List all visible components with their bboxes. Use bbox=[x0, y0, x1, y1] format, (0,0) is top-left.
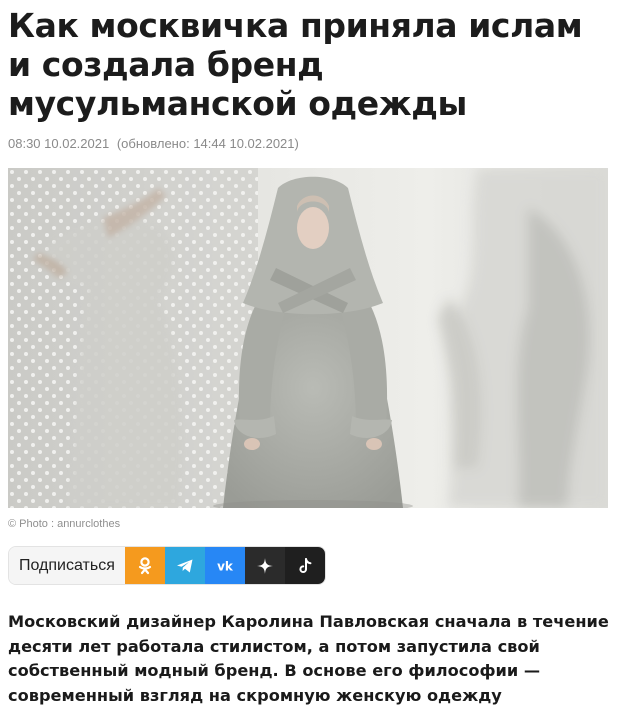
article-meta: 08:30 10.02.2021 (обновлено: 14:44 10.02… bbox=[8, 136, 299, 151]
telegram-icon bbox=[176, 559, 193, 572]
article-lead: Московский дизайнер Каролина Павловская … bbox=[8, 612, 609, 705]
article-title: Как москвичка приняла ислам и создала бр… bbox=[8, 6, 583, 123]
dzen-button[interactable] bbox=[244, 547, 285, 584]
photo-credit: © Photo : annurclothes bbox=[8, 518, 121, 530]
subscribe-bar: Подписаться vk bbox=[8, 546, 326, 585]
svg-text:vk: vk bbox=[217, 559, 234, 573]
tiktok-icon bbox=[299, 557, 312, 573]
tiktok-button[interactable] bbox=[284, 547, 325, 584]
odnoklassniki-button[interactable] bbox=[124, 547, 165, 584]
subscribe-label: Подписаться bbox=[9, 547, 125, 584]
telegram-button[interactable] bbox=[164, 547, 205, 584]
publish-time: 08:30 10.02.2021 bbox=[8, 136, 110, 151]
dzen-icon bbox=[256, 557, 273, 574]
photo-illustration bbox=[8, 168, 608, 508]
article-photo bbox=[8, 168, 608, 508]
vk-icon: vk bbox=[217, 559, 234, 573]
updated-time: (обновлено: 14:44 10.02.2021) bbox=[116, 136, 299, 151]
vk-button[interactable]: vk bbox=[204, 547, 245, 584]
odnoklassniki-icon bbox=[138, 556, 151, 574]
